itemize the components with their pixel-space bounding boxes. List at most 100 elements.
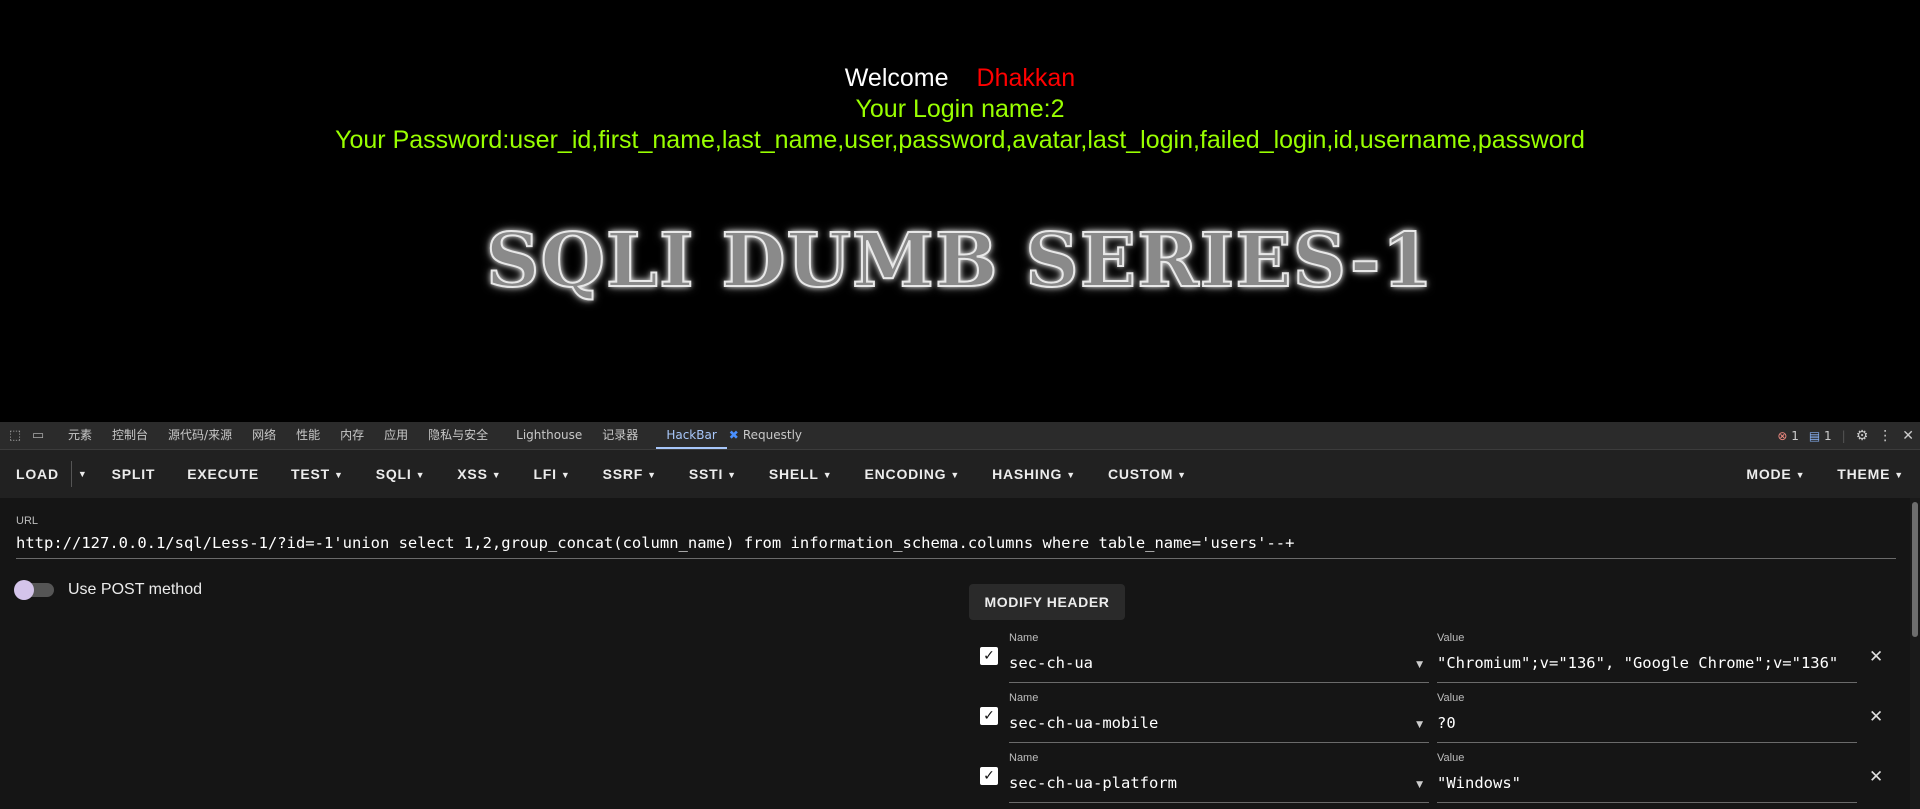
tab-sources[interactable]: 源代码/来源 — [158, 422, 242, 449]
header-enabled-checkbox[interactable]: ✓ — [980, 707, 998, 725]
vertical-scrollbar[interactable] — [1910, 498, 1920, 809]
header-row: ✓ Name sec-ch-ua-platform ▼ Value "Windo… — [969, 752, 1889, 803]
xss-menu-button[interactable]: XSS ▼ — [441, 466, 517, 482]
sqli-label: SQLI — [375, 466, 412, 482]
tab-lighthouse[interactable]: Lighthouse — [506, 422, 592, 449]
name-label: Name — [1009, 692, 1039, 704]
ssrf-menu-button[interactable]: SSRF ▼ — [587, 466, 673, 482]
header-row: ✓ Name sec-ch-ua ▼ Value "Chromium";v="1… — [969, 632, 1889, 683]
message-count: 1 — [1824, 428, 1832, 443]
username-text: Dhakkan — [976, 64, 1076, 92]
caret-down-icon: ▼ — [647, 470, 657, 480]
caret-down-icon: ▼ — [491, 470, 502, 480]
dropdown-arrow-icon[interactable]: ▼ — [1416, 660, 1423, 670]
header-enabled-checkbox[interactable]: ✓ — [980, 767, 998, 785]
tab-privacy-security[interactable]: 隐私与安全 — [418, 422, 498, 449]
password-text: Your Password:user_id,first_name,last_na… — [335, 126, 1585, 154]
shell-label: SHELL — [768, 466, 819, 482]
post-method-switch[interactable] — [14, 580, 54, 600]
error-count: 1 — [1791, 428, 1799, 443]
caret-down-icon: ▼ — [1066, 470, 1076, 480]
caret-down-icon: ▼ — [1177, 470, 1187, 480]
settings-gear-icon[interactable]: ⚙ — [1856, 428, 1869, 444]
hashing-label: HASHING — [992, 466, 1063, 482]
caret-down-icon: ▼ — [1894, 470, 1904, 480]
ssti-menu-button[interactable]: SSTI ▼ — [673, 466, 753, 482]
caret-down-icon: ▼ — [333, 470, 344, 480]
header-name-value: sec-ch-ua — [1009, 654, 1093, 672]
load-dropdown-icon[interactable]: ▼ — [74, 469, 96, 479]
test-menu-button[interactable]: TEST ▼ — [275, 466, 360, 482]
caret-down-icon: ▼ — [950, 470, 961, 480]
requestly-icon: ✖ — [728, 428, 739, 442]
tab-performance[interactable]: 性能 — [286, 422, 330, 449]
error-counter[interactable]: ⊗ 1 — [1777, 429, 1799, 443]
devtools-status: ⊗ 1 ▤ 1 | ⚙ ⋮ ✕ — [1777, 427, 1914, 444]
dropdown-arrow-icon[interactable]: ▼ — [1416, 720, 1423, 730]
error-icon: ⊗ — [1777, 428, 1788, 443]
modify-header-button[interactable]: MODIFY HEADER — [969, 584, 1125, 620]
lfi-menu-button[interactable]: LFI ▼ — [517, 466, 586, 482]
theme-label: THEME — [1837, 466, 1891, 482]
welcome-line: Welcome Dhakkan — [0, 64, 1920, 93]
shell-menu-button[interactable]: SHELL ▼ — [753, 466, 849, 482]
header-name-field[interactable]: Name sec-ch-ua-platform ▼ — [1009, 752, 1429, 803]
hackbar-main: URL http://127.0.0.1/sql/Less-1/?id=-1'u… — [0, 498, 1910, 809]
encoding-menu-button[interactable]: ENCODING ▼ — [848, 466, 976, 482]
custom-label: CUSTOM — [1107, 466, 1174, 482]
switch-knob — [14, 580, 34, 600]
xss-label: XSS — [457, 466, 488, 482]
tab-network[interactable]: 网络 — [242, 422, 286, 449]
tab-console[interactable]: 控制台 — [102, 422, 158, 449]
header-value-field[interactable]: Value ?0 — [1437, 692, 1857, 743]
load-button[interactable]: LOAD — [0, 466, 69, 482]
header-value-field[interactable]: Value "Chromium";v="136", "Google Chrome… — [1437, 632, 1857, 683]
lfi-label: LFI — [533, 466, 557, 482]
remove-header-icon[interactable]: ✕ — [1869, 707, 1883, 727]
sqli-menu-button[interactable]: SQLI ▼ — [360, 466, 442, 482]
ssti-label: SSTI — [688, 466, 724, 482]
name-label: Name — [1009, 752, 1039, 764]
encoding-label: ENCODING — [864, 466, 947, 482]
tab-elements[interactable]: 元素 — [58, 422, 102, 449]
ssrf-label: SSRF — [602, 466, 644, 482]
inspect-element-icon[interactable]: ⬚ — [7, 428, 23, 444]
post-method-toggle-row: Use POST method — [14, 580, 202, 600]
hackbar-toolbar: LOAD ▼ SPLIT EXECUTE TEST ▼ SQLI ▼ XSS ▼ LF… — [0, 450, 1920, 498]
tab-recorder[interactable]: 记录器 — [592, 422, 648, 449]
tab-application[interactable]: 应用 — [374, 422, 418, 449]
post-method-label: Use POST method — [68, 581, 202, 598]
dropdown-arrow-icon[interactable]: ▼ — [1416, 780, 1423, 790]
load-separator — [70, 461, 72, 487]
header-value-text: ?0 — [1437, 714, 1456, 732]
remove-header-icon[interactable]: ✕ — [1869, 767, 1883, 787]
theme-menu-button[interactable]: THEME ▼ — [1821, 466, 1910, 482]
welcome-text: Welcome — [844, 64, 949, 92]
mode-menu-button[interactable]: MODE ▼ — [1730, 466, 1821, 482]
header-value-field[interactable]: Value "Windows" — [1437, 752, 1857, 803]
url-input[interactable]: http://127.0.0.1/sql/Less-1/?id=-1'union… — [16, 532, 1896, 559]
device-toolbar-icon[interactable]: ▭ — [30, 428, 46, 444]
tab-requestly-label: Requestly — [742, 428, 803, 442]
split-button[interactable]: SPLIT — [96, 466, 172, 482]
header-name-field[interactable]: Name sec-ch-ua-mobile ▼ — [1009, 692, 1429, 743]
tab-requestly[interactable]: ✖ Requestly — [727, 422, 812, 449]
hashing-menu-button[interactable]: HASHING ▼ — [976, 466, 1092, 482]
message-counter[interactable]: ▤ 1 — [1809, 429, 1832, 443]
header-enabled-checkbox[interactable]: ✓ — [980, 647, 998, 665]
close-devtools-icon[interactable]: ✕ — [1902, 428, 1914, 444]
value-label: Value — [1437, 632, 1465, 644]
remove-header-icon[interactable]: ✕ — [1869, 647, 1883, 667]
message-icon: ▤ — [1808, 428, 1821, 443]
devtools-panel: ⬚ ▭ 元素 控制台 源代码/来源 网络 性能 内存 应用 隐私与安全 Ligh… — [0, 422, 1920, 809]
header-value-text: "Chromium";v="136", "Google Chrome";v="1… — [1437, 654, 1839, 672]
header-name-value: sec-ch-ua-mobile — [1009, 714, 1159, 732]
more-options-icon[interactable]: ⋮ — [1878, 428, 1892, 444]
custom-menu-button[interactable]: CUSTOM ▼ — [1092, 466, 1203, 482]
tab-memory[interactable]: 内存 — [330, 422, 374, 449]
scrollbar-thumb[interactable] — [1912, 502, 1918, 637]
header-name-value: sec-ch-ua-platform — [1009, 774, 1177, 792]
execute-button[interactable]: EXECUTE — [171, 466, 275, 482]
tab-hackbar[interactable]: HackBar — [656, 422, 728, 449]
header-name-field[interactable]: Name sec-ch-ua ▼ — [1009, 632, 1429, 683]
